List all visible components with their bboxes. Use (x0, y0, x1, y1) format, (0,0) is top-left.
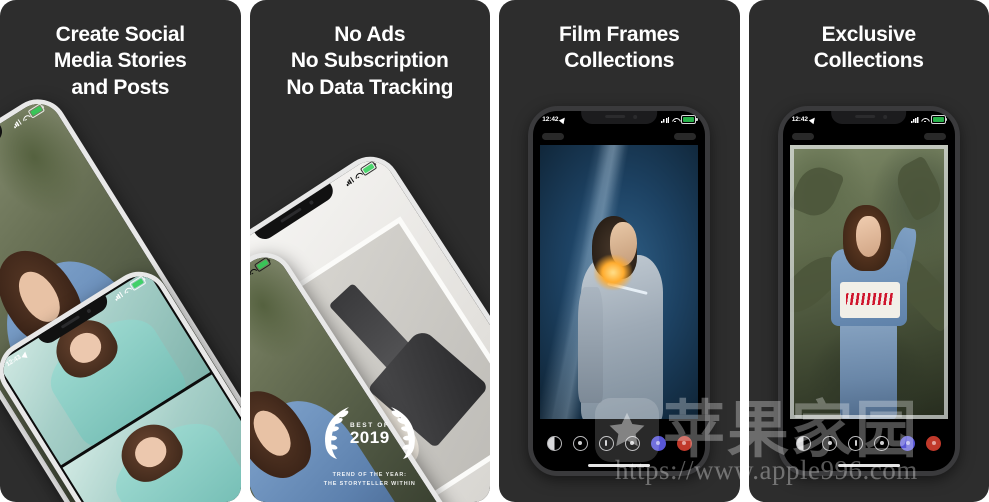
headline-line: No Ads (334, 23, 406, 46)
headline-line: Exclusive (821, 23, 917, 46)
editor-toolbar[interactable] (790, 429, 948, 457)
contrast-tool-icon[interactable] (546, 435, 562, 451)
cellular-signal-icon (910, 116, 919, 123)
headline-line: and Posts (71, 75, 170, 99)
app-nav-bar (533, 128, 705, 144)
editor-canvas[interactable] (789, 145, 948, 419)
award-badge: BEST OF 2019 TREND OF THE YEAR: THE STOR… (295, 404, 445, 488)
wifi-icon (250, 267, 256, 276)
brightness-tool-icon[interactable] (822, 435, 838, 451)
location-arrow-icon (559, 115, 568, 124)
brightness-tool-icon[interactable] (572, 435, 588, 451)
status-time: 12:42 (791, 116, 808, 123)
filter-red-tool-icon[interactable] (926, 435, 942, 451)
panel-headline: No Ads No Subscription No Data Tracking (250, 0, 491, 101)
app-store-screenshot-gallery: Create Social Media Stories and Posts 12… (0, 0, 989, 502)
nav-back-button[interactable] (542, 132, 565, 140)
laurel-wreath-icon: BEST OF 2019 (295, 404, 445, 464)
badge-subtitle-line: TREND OF THE YEAR: (332, 472, 407, 479)
saturation-tool-icon[interactable] (624, 435, 640, 451)
panel-exclusive-collections: Exclusive Collections 12:42 (748, 0, 989, 502)
nav-done-button[interactable] (923, 132, 946, 140)
wifi-icon (921, 117, 928, 123)
home-indicator (837, 464, 900, 467)
exposure-tool-icon[interactable] (598, 435, 614, 451)
headline-line: Collections (564, 49, 675, 73)
wifi-icon (352, 171, 361, 180)
panel-film-frames: Film Frames Collections 12:42 (499, 0, 740, 502)
badge-subtitle: TREND OF THE YEAR: THE STORYTELLER WITHI… (295, 471, 445, 488)
badge-year: 2019 (349, 427, 390, 447)
location-arrow-icon (21, 350, 28, 358)
phone-screen: 12:42 (533, 111, 706, 471)
cellular-signal-icon (661, 116, 670, 123)
status-bar: 12:42 (783, 111, 955, 126)
headline-line: Film Frames (559, 23, 680, 46)
headline-line: Collections (813, 49, 924, 73)
panel-headline: Film Frames Collections (499, 0, 740, 75)
app-nav-bar (783, 128, 955, 144)
badge-subtitle-line: THE STORYTELLER WITHIN (323, 480, 416, 487)
saturation-tool-icon[interactable] (874, 435, 890, 451)
cellular-signal-icon (343, 176, 354, 186)
headline-line: Media Stories (53, 49, 187, 73)
phone-mockup-blue-portrait[interactable]: 12:42 (528, 106, 711, 476)
badge-best-of-label: BEST OF (350, 421, 390, 429)
phone-screen: 12:42 (782, 111, 955, 471)
panel-headline: Exclusive Collections (749, 0, 989, 75)
nav-back-button[interactable] (791, 132, 814, 140)
phone-mockup-cola-portrait[interactable]: 12:42 (777, 106, 960, 476)
filter-blue-tool-icon[interactable] (650, 435, 666, 451)
home-indicator (588, 464, 651, 467)
headline-line: No Data Tracking (286, 75, 454, 99)
editor-toolbar[interactable] (540, 429, 698, 457)
headline-line: Create Social (55, 23, 185, 46)
status-time: 12:42 (542, 116, 559, 123)
wifi-icon (672, 117, 679, 123)
location-arrow-icon (808, 115, 818, 124)
filter-red-tool-icon[interactable] (676, 435, 692, 451)
nav-done-button[interactable] (674, 132, 697, 140)
photo-blue-portrait (540, 145, 699, 419)
laurel-left-icon (324, 407, 349, 460)
panel-no-ads: No Ads No Subscription No Data Tracking … (249, 0, 491, 502)
cellular-signal-icon (11, 118, 22, 129)
panel-create-social: Create Social Media Stories and Posts 12… (0, 0, 241, 502)
wifi-icon (20, 114, 29, 123)
contrast-tool-icon[interactable] (796, 435, 812, 451)
battery-icon (930, 115, 948, 124)
exposure-tool-icon[interactable] (848, 435, 864, 451)
laurel-right-icon (390, 407, 415, 460)
cellular-signal-icon (112, 291, 123, 301)
filter-blue-tool-icon[interactable] (900, 435, 916, 451)
panel-headline: Create Social Media Stories and Posts (0, 0, 241, 101)
photo-cola-portrait (789, 145, 948, 419)
editor-canvas[interactable] (540, 145, 699, 419)
wifi-icon (122, 286, 131, 295)
headline-line: No Subscription (290, 49, 449, 73)
battery-icon (681, 115, 698, 124)
status-bar: 12:42 (533, 111, 705, 126)
